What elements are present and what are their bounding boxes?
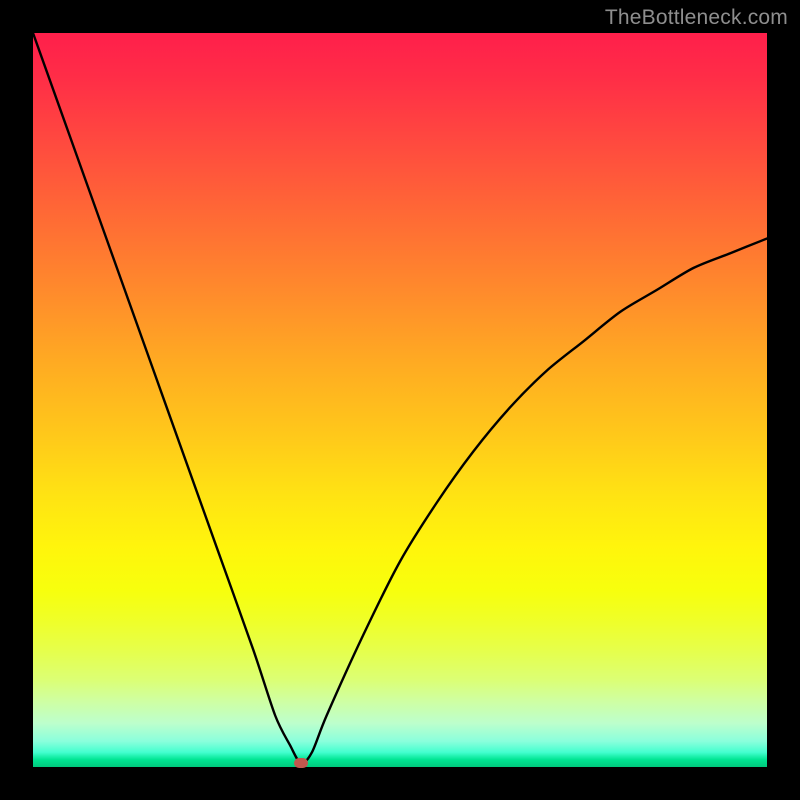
plot-area bbox=[33, 33, 767, 767]
chart-container: TheBottleneck.com bbox=[0, 0, 800, 800]
bottleneck-curve bbox=[33, 33, 767, 763]
minimum-marker bbox=[294, 758, 308, 768]
curve-svg bbox=[33, 33, 767, 767]
watermark-text: TheBottleneck.com bbox=[605, 6, 788, 30]
